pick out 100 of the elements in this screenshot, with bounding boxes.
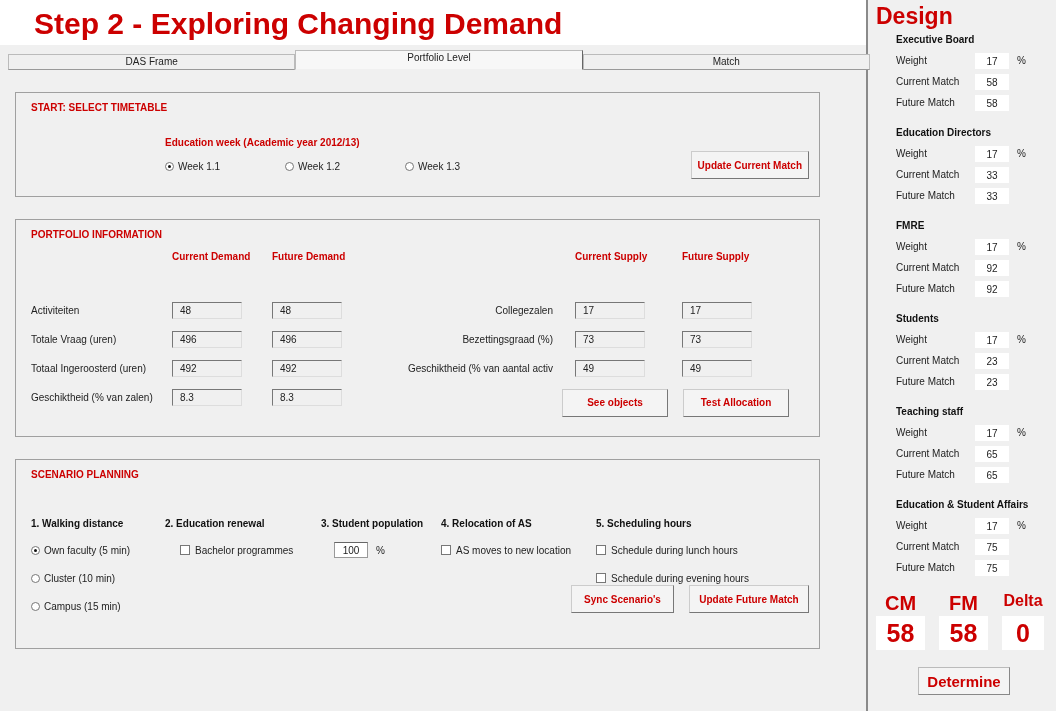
radio-icon[interactable] — [31, 545, 40, 555]
value-field[interactable]: 23 — [975, 373, 1009, 390]
radio-option[interactable]: Cluster (10 min) — [31, 571, 165, 585]
value-field[interactable]: 92 — [975, 280, 1009, 297]
group-heading: 2. Education renewal — [165, 518, 266, 529]
radio-icon[interactable] — [405, 161, 414, 171]
row-label: Totale Vraag (uren) — [31, 334, 118, 345]
row-label: Current Match — [896, 76, 961, 87]
row-label: Future Match — [896, 190, 956, 201]
value-field[interactable]: 17 — [975, 424, 1009, 441]
value-field[interactable]: 17 — [975, 52, 1009, 69]
value-field[interactable]: 48 — [172, 302, 242, 319]
row-label: Future Match — [896, 562, 956, 573]
value-field[interactable]: 73 — [575, 331, 645, 348]
checkbox-option[interactable]: AS moves to new location — [441, 543, 596, 557]
value-field[interactable]: 49 — [575, 360, 645, 377]
row-label: Future Match — [896, 469, 956, 480]
radio-icon[interactable] — [285, 161, 294, 171]
checkbox-icon[interactable] — [441, 545, 451, 555]
value-field[interactable]: 58 — [975, 94, 1009, 111]
page-title: Step 2 - Exploring Changing Demand — [0, 0, 866, 45]
value-field[interactable]: 75 — [975, 559, 1009, 576]
value-field[interactable]: 17 — [682, 302, 752, 319]
checkbox-icon[interactable] — [596, 545, 606, 555]
row-label: Weight — [896, 55, 928, 66]
value-field[interactable]: 492 — [172, 360, 242, 377]
update-button[interactable]: Update Current Match — [690, 151, 809, 179]
determine-button[interactable]: Determine — [918, 667, 1010, 695]
checkbox-icon[interactable] — [596, 573, 606, 583]
unit-label: % — [1017, 520, 1026, 531]
row-label: Bezettingsgraad (%) — [461, 334, 554, 345]
radio-icon[interactable] — [31, 573, 40, 583]
radio-option[interactable]: Week 1.1 — [165, 159, 285, 173]
checkbox-icon[interactable] — [180, 545, 190, 555]
row-label: Weight — [896, 241, 928, 252]
value-field[interactable]: 8.3 — [172, 389, 242, 406]
radio-option[interactable]: Own faculty (5 min) — [31, 543, 165, 557]
row-label: Geschiktheid (% van aantal activ — [406, 363, 554, 374]
group-heading: FMRE — [896, 220, 926, 231]
value-field[interactable]: 65 — [975, 445, 1009, 462]
value-field[interactable]: 23 — [975, 352, 1009, 369]
value-field[interactable]: 492 — [272, 360, 342, 377]
row-label: Activiteiten — [31, 305, 81, 316]
action-button[interactable]: See objects — [562, 388, 668, 417]
panel-title: Design — [876, 4, 954, 28]
value-field[interactable]: 49 — [682, 360, 752, 377]
action-button[interactable]: Sync Scenario's — [571, 585, 674, 613]
radio-option[interactable]: Week 1.3 — [405, 159, 525, 173]
row-label: Collegezalen — [494, 305, 554, 316]
unit-label: % — [1017, 148, 1026, 159]
group-heading: Students — [896, 313, 940, 324]
value-field[interactable]: 8.3 — [272, 389, 342, 406]
value-field[interactable]: 92 — [975, 259, 1009, 276]
unit-label: % — [1017, 55, 1026, 66]
row-label: Current Match — [896, 169, 961, 180]
value-field[interactable]: 17 — [975, 145, 1009, 162]
value-field[interactable]: 17 — [575, 302, 645, 319]
unit-label: % — [376, 544, 385, 556]
group-heading: 5. Scheduling hours — [596, 518, 693, 529]
row-label: Weight — [896, 148, 928, 159]
value-field[interactable]: 75 — [975, 538, 1009, 555]
action-button[interactable]: Test Allocation — [683, 388, 789, 417]
value-field[interactable]: 48 — [272, 302, 342, 319]
radio-icon[interactable] — [165, 161, 174, 171]
value-field[interactable]: 17 — [975, 517, 1009, 534]
checkbox-option[interactable]: Schedule during evening hours — [596, 571, 749, 585]
row-label: Weight — [896, 334, 928, 345]
section-heading: START: SELECT TIMETABLE — [31, 102, 169, 113]
radio-option[interactable]: Week 1.2 — [285, 159, 405, 173]
value-field[interactable]: 73 — [682, 331, 752, 348]
section-heading: PORTFOLIO INFORMATION — [31, 229, 163, 240]
total-value: 58 — [939, 616, 988, 650]
row-label: Current Match — [896, 541, 961, 552]
value-field[interactable]: 496 — [272, 331, 342, 348]
row-label: Current Match — [896, 262, 961, 273]
value-field[interactable]: 65 — [975, 466, 1009, 483]
unit-label: % — [1017, 334, 1026, 345]
number-field[interactable]: 100 — [334, 542, 368, 558]
checkbox-option[interactable]: Bachelor programmes — [180, 543, 321, 557]
tab[interactable]: Portfolio Level — [295, 50, 583, 70]
group-heading: Executive Board — [896, 34, 976, 45]
total-value: 0 — [1002, 616, 1044, 650]
action-button[interactable]: Update Future Match — [689, 585, 809, 613]
row-label: Current Match — [896, 448, 961, 459]
value-field[interactable]: 496 — [172, 331, 242, 348]
checkbox-option[interactable]: Schedule during lunch hours — [596, 543, 749, 557]
value-field[interactable]: 17 — [975, 238, 1009, 255]
tab[interactable]: Match — [582, 54, 870, 70]
value-field[interactable]: 58 — [975, 73, 1009, 90]
value-field[interactable]: 17 — [975, 331, 1009, 348]
group-heading: 1. Walking distance — [31, 518, 125, 529]
row-label: Future Match — [896, 376, 956, 387]
value-field[interactable]: 33 — [975, 166, 1009, 183]
radio-option[interactable]: Campus (15 min) — [31, 599, 165, 613]
row-label: Totaal Ingeroosterd (uren) — [31, 363, 148, 374]
row-label: Weight — [896, 520, 928, 531]
radio-icon[interactable] — [31, 601, 40, 611]
group-heading: Education week (Academic year 2012/13) — [165, 137, 361, 148]
tab[interactable]: DAS Frame — [8, 54, 296, 70]
value-field[interactable]: 33 — [975, 187, 1009, 204]
